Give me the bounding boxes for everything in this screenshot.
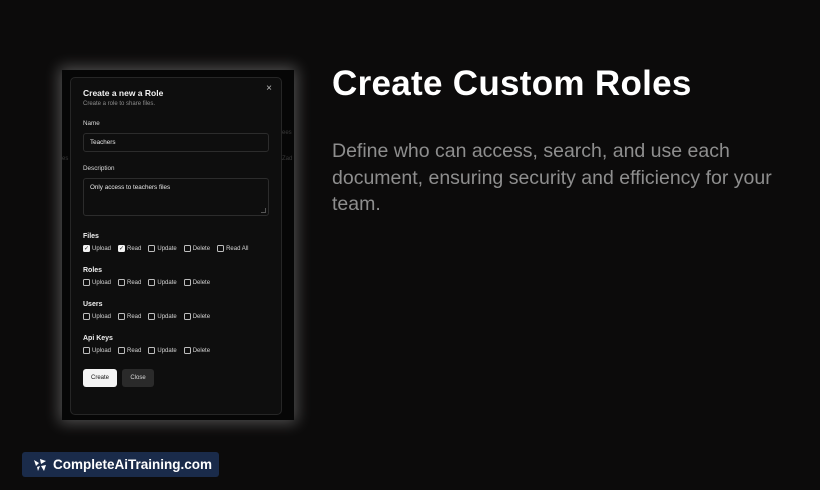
checkbox-unchecked-icon[interactable] xyxy=(217,245,225,252)
description-text: Define who can access, search, and use e… xyxy=(332,140,772,215)
dialog-actions: Create Close xyxy=(83,369,269,387)
slide: ees es Zad × Create a new a Role Create … xyxy=(0,0,820,490)
permission-checkbox[interactable]: ✓ Upload xyxy=(83,245,111,252)
permission-label: Read xyxy=(127,347,142,354)
checkbox-checked-icon[interactable]: ✓ xyxy=(83,245,90,252)
description-value: Only access to teachers files xyxy=(90,184,171,191)
checkbox-unchecked-icon[interactable] xyxy=(83,279,90,286)
dialog-subtitle: Create a role to share files. xyxy=(83,101,156,107)
checkbox-unchecked-icon[interactable] xyxy=(148,245,156,252)
checkbox-unchecked-icon[interactable] xyxy=(148,313,156,320)
permission-checkbox[interactable]: Delete xyxy=(183,313,211,320)
permission-checkbox[interactable]: Upload xyxy=(83,279,111,286)
permission-label: Read xyxy=(127,245,142,252)
checkbox-checked-icon[interactable]: ✓ xyxy=(118,245,126,252)
permission-checkbox[interactable]: Update xyxy=(148,347,177,354)
permission-row: Upload Read Update Delete xyxy=(83,279,269,286)
brand-logo-icon xyxy=(34,458,46,471)
screenshot-frame: ees es Zad × Create a new a Role Create … xyxy=(62,70,294,420)
permission-checkbox[interactable]: Delete xyxy=(183,245,211,252)
permission-checkbox[interactable]: Upload xyxy=(83,347,111,354)
permission-row: Upload Read Update Delete xyxy=(83,313,269,320)
background-fragment: Zad xyxy=(282,156,293,162)
dialog-title: Create a new a Role xyxy=(83,88,164,98)
name-input[interactable]: Teachers xyxy=(83,133,269,152)
permission-checkbox[interactable]: Read xyxy=(118,347,141,354)
checkbox-unchecked-icon[interactable] xyxy=(148,279,156,286)
permission-checkbox[interactable]: Read xyxy=(118,313,141,320)
permission-label: Delete xyxy=(192,313,211,320)
create-button[interactable]: Create xyxy=(83,369,117,387)
permission-row: ✓ Upload ✓ Read Update Delete Read All xyxy=(83,245,269,252)
permission-label: Upload xyxy=(92,313,112,320)
permission-checkbox[interactable]: Update xyxy=(148,279,177,286)
close-icon[interactable]: × xyxy=(266,83,272,94)
background-fragment: ees xyxy=(282,130,292,136)
permission-checkbox[interactable]: Delete xyxy=(183,279,211,286)
checkbox-unchecked-icon[interactable] xyxy=(118,279,126,286)
permission-label: Delete xyxy=(192,347,211,354)
description-label: Description xyxy=(83,165,115,172)
permission-label: Read xyxy=(127,279,142,286)
permission-checkbox[interactable]: Update xyxy=(148,313,177,320)
permission-label: Update xyxy=(157,347,177,354)
permission-checkbox[interactable]: Delete xyxy=(183,347,211,354)
permission-label: Update xyxy=(157,245,177,252)
group-title-files: Files xyxy=(83,233,99,240)
checkbox-unchecked-icon[interactable] xyxy=(118,313,126,320)
permission-checkbox[interactable]: ✓ Read xyxy=(118,245,141,252)
checkbox-unchecked-icon[interactable] xyxy=(183,279,191,286)
description-textarea[interactable]: Only access to teachers files xyxy=(83,178,269,216)
checkbox-unchecked-icon[interactable] xyxy=(183,347,191,354)
permission-groups: Files ✓ Upload ✓ Read Update Delete Read All Rol… xyxy=(83,233,269,354)
permission-checkbox[interactable]: Update xyxy=(148,245,177,252)
permission-label: Upload xyxy=(92,279,112,286)
permission-checkbox[interactable]: Upload xyxy=(83,313,111,320)
checkbox-unchecked-icon[interactable] xyxy=(118,347,126,354)
headline: Create Custom Roles xyxy=(332,64,692,103)
checkbox-unchecked-icon[interactable] xyxy=(148,347,156,354)
close-button[interactable]: Close xyxy=(122,369,154,387)
group-title-roles: Roles xyxy=(83,267,103,274)
name-label: Name xyxy=(83,120,100,127)
permission-checkbox[interactable]: Read All xyxy=(217,245,248,252)
brand-name: CompleteAiTraining.com xyxy=(53,457,213,472)
permission-label: Read xyxy=(127,313,142,320)
permission-label: Delete xyxy=(192,245,211,252)
permission-label: Upload xyxy=(92,245,112,252)
group-title-api-keys: Api Keys xyxy=(83,335,113,342)
background-fragment: es xyxy=(62,156,69,162)
group-title-users: Users xyxy=(83,301,103,308)
brand-badge[interactable]: CompleteAiTraining.com xyxy=(22,452,219,477)
resize-handle-icon[interactable] xyxy=(261,208,266,213)
permission-label: Delete xyxy=(192,279,211,286)
checkbox-unchecked-icon[interactable] xyxy=(183,245,191,252)
checkbox-unchecked-icon[interactable] xyxy=(83,313,90,320)
permission-row: Upload Read Update Delete xyxy=(83,347,269,354)
permission-label: Read All xyxy=(226,245,249,252)
permission-label: Update xyxy=(157,313,177,320)
create-role-dialog: × Create a new a Role Create a role to s… xyxy=(70,77,282,415)
permission-checkbox[interactable]: Read xyxy=(118,279,141,286)
checkbox-unchecked-icon[interactable] xyxy=(83,347,90,354)
permission-label: Update xyxy=(157,279,177,286)
permission-label: Upload xyxy=(92,347,112,354)
checkbox-unchecked-icon[interactable] xyxy=(183,313,191,320)
